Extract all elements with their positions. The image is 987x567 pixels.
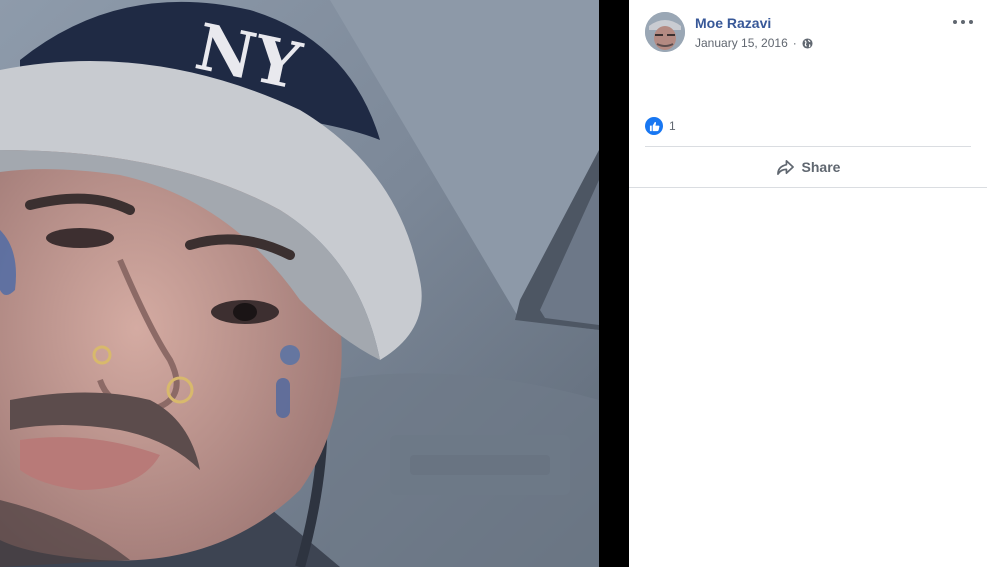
meta-separator: ·: [792, 36, 797, 50]
avatar-image: [645, 12, 685, 52]
selfie-image: NY: [0, 0, 599, 567]
post-header: Moe Razavi January 15, 2016 ·: [645, 12, 813, 52]
share-arrow-icon: [776, 159, 794, 175]
share-button[interactable]: Share: [629, 147, 987, 187]
author-name-link[interactable]: Moe Razavi: [695, 15, 813, 31]
reaction-count: 1: [669, 119, 676, 133]
author-block: Moe Razavi January 15, 2016 ·: [695, 12, 813, 50]
post-photo[interactable]: NY: [0, 0, 599, 567]
avatar[interactable]: [645, 12, 685, 52]
more-options-button[interactable]: [953, 14, 973, 30]
post-info-panel: Moe Razavi January 15, 2016 · 1 Share: [629, 0, 987, 567]
globe-icon[interactable]: [802, 37, 813, 49]
photo-viewer: NY Moe Razavi January 15, 2016 · 1 Share: [0, 0, 987, 567]
more-dot: [969, 20, 973, 24]
post-date[interactable]: January 15, 2016: [695, 36, 788, 50]
more-horizontal-icon: [953, 20, 957, 24]
divider: [629, 187, 987, 188]
reactions-summary[interactable]: 1: [645, 117, 676, 135]
post-meta: January 15, 2016 ·: [695, 36, 813, 50]
more-dot: [961, 20, 965, 24]
share-label: Share: [801, 159, 841, 175]
photo-divider: [599, 0, 629, 567]
like-icon: [645, 117, 663, 135]
